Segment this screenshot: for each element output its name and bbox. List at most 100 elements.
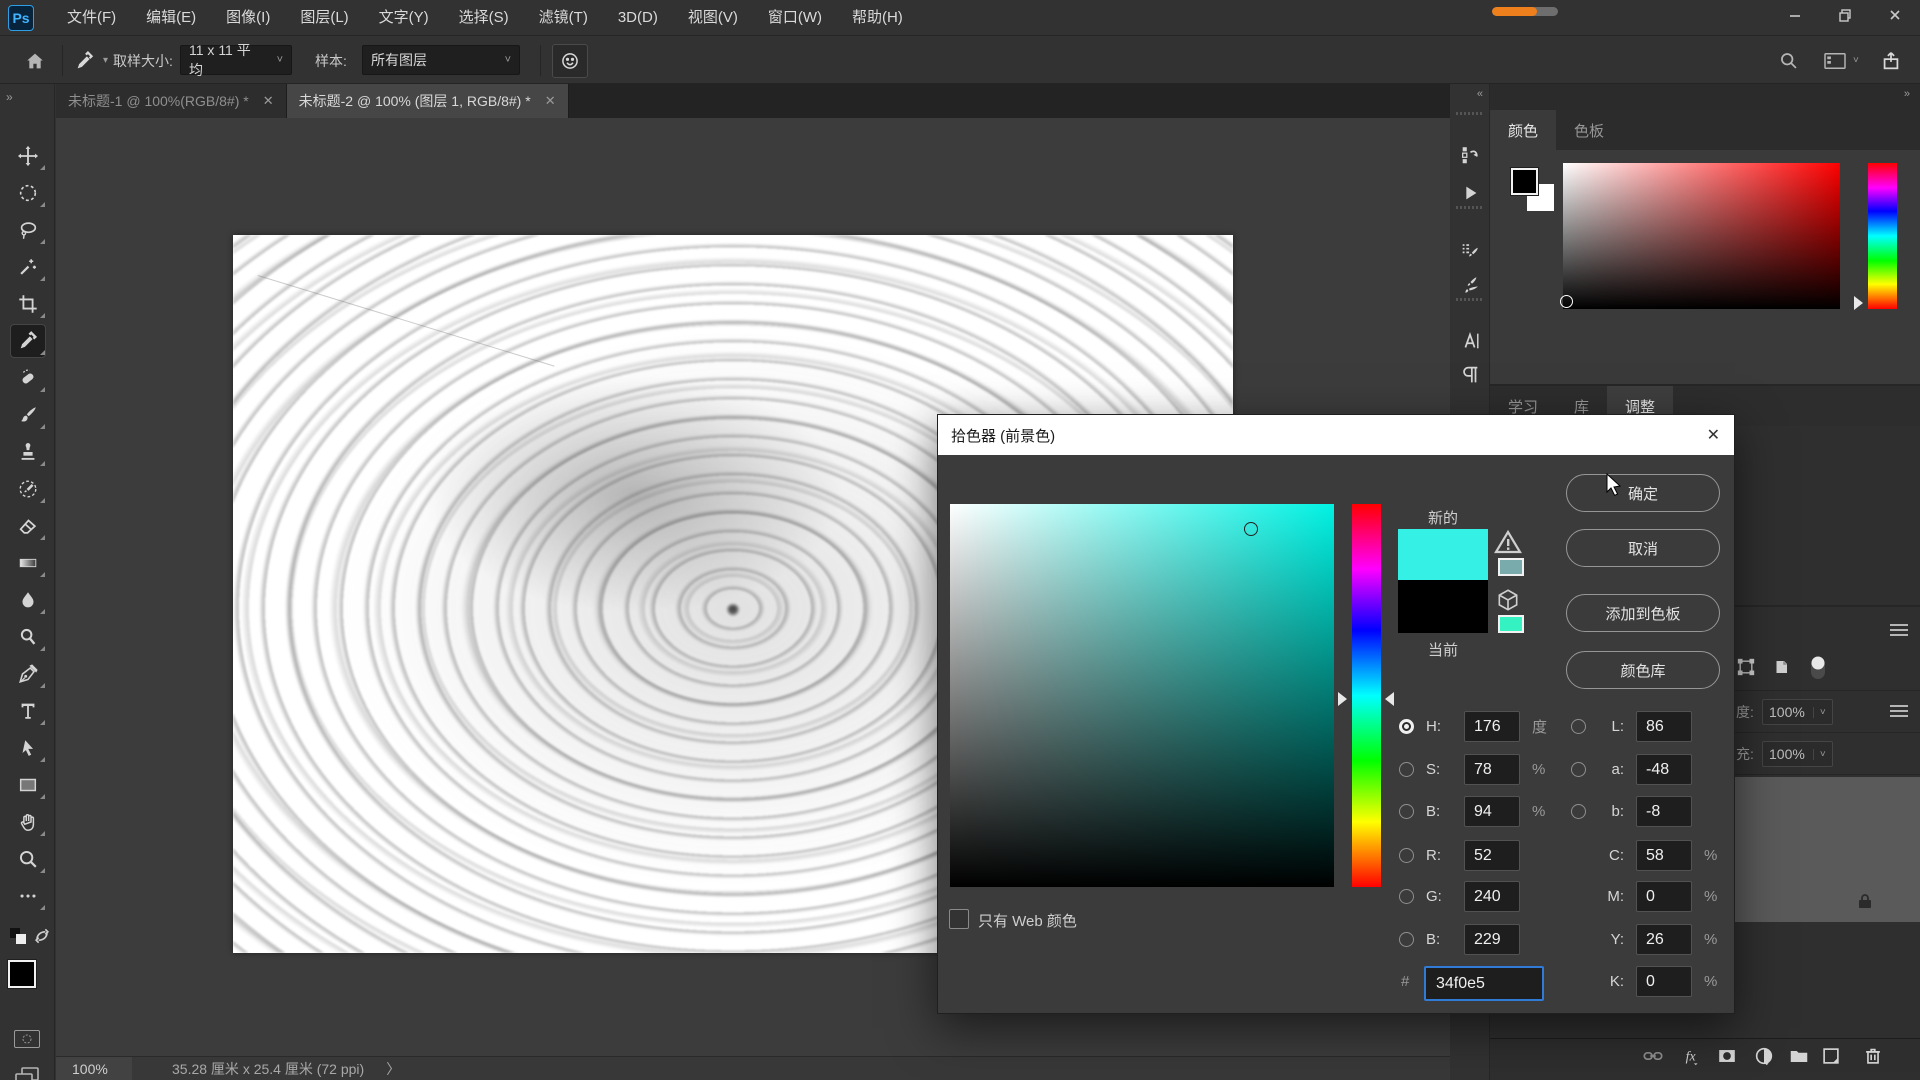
tool-preset-chevron-icon[interactable]: ▾ (103, 55, 108, 66)
field-value-H[interactable]: 176 (1464, 711, 1520, 742)
tool-eyedropper[interactable] (0, 322, 55, 359)
status-chevron-icon[interactable]: 〉 (386, 1059, 400, 1079)
quick-mask-mode-button[interactable] (14, 1030, 40, 1048)
background-color-swatch[interactable] (22, 984, 50, 1012)
lock-position-icon[interactable] (1736, 657, 1756, 682)
dialog-button-2[interactable]: 取消 (1566, 529, 1720, 567)
sampling-ring-toggle[interactable] (552, 44, 588, 78)
panel-icon-brush-settings[interactable] (1450, 236, 1490, 266)
panel-icon-actions[interactable] (1450, 178, 1490, 208)
panel-icon-history[interactable] (1450, 140, 1490, 170)
lock-all-icon[interactable] (1772, 657, 1790, 682)
hue-slider-left-arrow[interactable] (1338, 692, 1347, 706)
menu-item-6[interactable]: 选择(S) (444, 0, 524, 36)
screen-mode-button[interactable] (14, 1066, 40, 1080)
field-value-B[interactable]: 94 (1464, 796, 1520, 827)
field-value-M[interactable]: 0 (1636, 881, 1692, 912)
tool-move[interactable] (0, 137, 55, 174)
panel-icon-paragraph[interactable] (1450, 360, 1490, 390)
menu-item-7[interactable]: 滤镜(T) (524, 0, 603, 36)
radio-R[interactable] (1399, 848, 1414, 863)
close-window-button[interactable] (1870, 0, 1920, 30)
gamut-warning-icon[interactable] (1494, 530, 1522, 559)
panel-foreground-swatch[interactable] (1511, 168, 1538, 195)
color-panel-hue-slider[interactable] (1868, 163, 1897, 309)
tool-clone-stamp[interactable] (0, 433, 55, 470)
radio-B[interactable] (1399, 932, 1414, 947)
panel-icon-brushes[interactable] (1450, 270, 1490, 300)
tool-spot-healing[interactable] (0, 359, 55, 396)
tool-more-tools[interactable] (0, 877, 55, 914)
minimize-button[interactable] (1770, 0, 1820, 30)
menu-item-10[interactable]: 窗口(W) (753, 0, 837, 36)
saturation-brightness-field[interactable] (950, 504, 1334, 887)
workspace-switcher-icon[interactable]: ˅ (1823, 37, 1859, 84)
sample-select[interactable]: 所有图层 ˅ (362, 45, 520, 75)
group-icon[interactable] (1788, 1045, 1810, 1072)
gamut-replacement-swatch[interactable] (1498, 558, 1524, 576)
tool-eraser[interactable] (0, 507, 55, 544)
tool-magic-wand[interactable] (0, 248, 55, 285)
menu-item-9[interactable]: 视图(V) (673, 0, 753, 36)
field-value-L[interactable]: 86 (1636, 711, 1692, 742)
tool-zoom[interactable] (0, 840, 55, 877)
tool-marquee[interactable] (0, 174, 55, 211)
tool-path-selection[interactable] (0, 729, 55, 766)
dialog-button-3[interactable]: 添加到色板 (1566, 594, 1720, 632)
dialog-close-icon[interactable]: ✕ (1707, 425, 1720, 445)
tool-lasso[interactable] (0, 211, 55, 248)
field-value-a[interactable]: -48 (1636, 754, 1692, 785)
search-icon[interactable] (1778, 37, 1799, 84)
fill-select[interactable]: 100%˅ (1762, 741, 1833, 767)
color-panel-gradient[interactable] (1563, 163, 1840, 309)
toolbar-collapse-icon[interactable]: » (6, 90, 14, 104)
current-tool-icon[interactable]: ▾ (74, 37, 108, 84)
field-value-K[interactable]: 0 (1636, 966, 1692, 997)
share-icon[interactable] (1880, 37, 1902, 84)
fill-lock-toggle[interactable] (1808, 653, 1828, 686)
tool-hand[interactable] (0, 803, 55, 840)
menu-item-11[interactable]: 帮助(H) (837, 0, 918, 36)
panel-icon-character[interactable] (1450, 326, 1490, 356)
restore-button[interactable] (1820, 0, 1870, 30)
field-value-C[interactable]: 58 (1636, 840, 1692, 871)
swap-colors-icon[interactable] (32, 926, 52, 951)
delete-icon[interactable] (1862, 1045, 1884, 1072)
radio-a[interactable] (1571, 762, 1586, 777)
mask-icon[interactable] (1716, 1045, 1738, 1072)
web-safe-swatch[interactable] (1498, 615, 1524, 633)
tool-rectangle[interactable] (0, 766, 55, 803)
panel-collapse-icon[interactable]: » (1904, 88, 1910, 100)
tool-pen[interactable] (0, 655, 55, 692)
tool-crop[interactable] (0, 285, 55, 322)
dialog-button-4[interactable]: 颜色库 (1566, 651, 1720, 689)
foreground-color-swatch[interactable] (8, 960, 36, 988)
field-value-R[interactable]: 52 (1464, 840, 1520, 871)
color-panel-marker[interactable] (1560, 295, 1573, 308)
field-value-G[interactable]: 240 (1464, 881, 1520, 912)
web-color-cube-icon[interactable] (1495, 587, 1521, 618)
tool-history-brush[interactable] (0, 470, 55, 507)
radio-b[interactable] (1571, 804, 1586, 819)
new-layer-icon[interactable] (1820, 1045, 1842, 1072)
radio-S[interactable] (1399, 762, 1414, 777)
layers-menu-icon[interactable] (1890, 621, 1908, 639)
zoom-level-field[interactable]: 100% (56, 1057, 132, 1080)
menu-item-4[interactable]: 图层(L) (285, 0, 363, 36)
color-field-marker[interactable] (1244, 522, 1258, 536)
tab-color[interactable]: 颜色 (1490, 110, 1556, 150)
dock-collapse-icon[interactable]: « (1477, 88, 1483, 100)
tool-dodge[interactable] (0, 618, 55, 655)
current-color-swatch[interactable] (1398, 580, 1488, 633)
menu-item-8[interactable]: 3D(D) (603, 0, 673, 36)
adjustment-icon[interactable] (1753, 1045, 1775, 1072)
tool-brush[interactable] (0, 396, 55, 433)
web-only-checkbox[interactable] (949, 909, 969, 929)
tab-swatches[interactable]: 色板 (1556, 110, 1622, 150)
field-value-S[interactable]: 78 (1464, 754, 1520, 785)
document-tab-1[interactable]: 未标题-1 @ 100%(RGB/8#) *✕ (56, 84, 287, 118)
link-icon[interactable] (1642, 1045, 1664, 1072)
tool-blur[interactable] (0, 581, 55, 618)
tool-type[interactable] (0, 692, 55, 729)
tab-close-icon[interactable]: ✕ (263, 93, 274, 109)
